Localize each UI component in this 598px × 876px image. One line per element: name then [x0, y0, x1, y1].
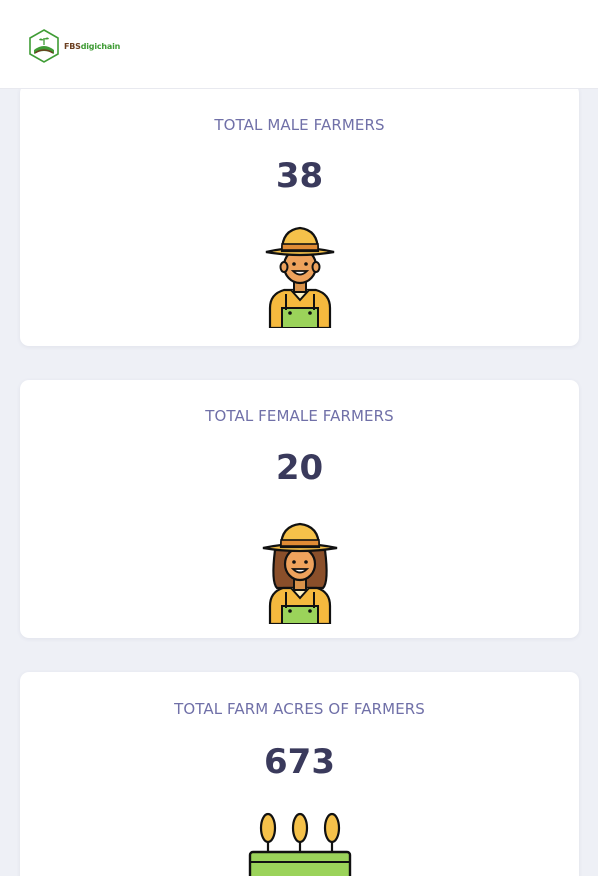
- card-value: 38: [275, 156, 324, 196]
- top-bar: FBSdigichain: [0, 0, 598, 89]
- male-farmer-icon: [265, 226, 334, 328]
- female-farmer-icon: [262, 522, 337, 624]
- card-title: TOTAL MALE FARMERS: [214, 116, 385, 134]
- card-value: 673: [264, 742, 335, 782]
- farm-acres-card: TOTAL FARM ACRES OF FARMERS 673: [20, 672, 579, 876]
- farm-field-icon: [248, 812, 351, 876]
- female-farmers-card: TOTAL FEMALE FARMERS 20: [20, 380, 579, 638]
- brand-name-fbs: FBS: [64, 41, 81, 51]
- farm-logo-icon: [29, 29, 59, 63]
- card-value: 20: [275, 448, 324, 488]
- card-title: TOTAL FARM ACRES OF FARMERS: [174, 700, 425, 718]
- card-title: TOTAL FEMALE FARMERS: [205, 407, 394, 425]
- male-farmers-card: TOTAL MALE FARMERS 38: [20, 84, 579, 346]
- brand-name-digichain: digichain: [80, 41, 121, 51]
- brand-logo[interactable]: FBSdigichain: [26, 28, 120, 64]
- brand-name: FBSdigichain: [64, 42, 120, 51]
